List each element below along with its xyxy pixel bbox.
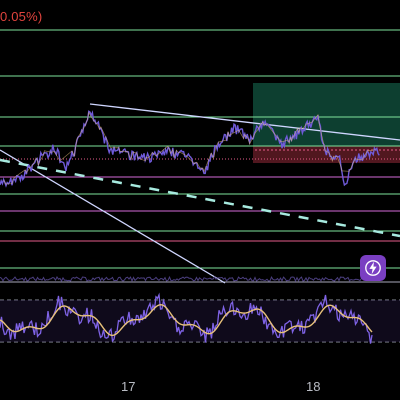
lightning-icon (365, 260, 381, 276)
lightning-alert-icon[interactable] (360, 255, 386, 281)
price-chart[interactable] (0, 0, 400, 400)
x-tick-18: 18 (306, 379, 321, 394)
trendline-lower[interactable] (0, 149, 226, 284)
x-tick-17: 17 (121, 379, 136, 394)
trendline-dashed[interactable] (0, 158, 400, 238)
volume-baseline (0, 275, 373, 283)
